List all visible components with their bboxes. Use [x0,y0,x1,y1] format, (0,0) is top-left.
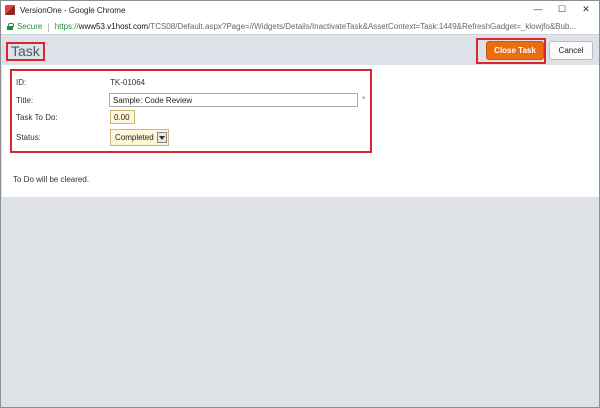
id-value: TK-01064 [110,78,146,87]
address-bar[interactable]: Secure | https:// www53.v1host.com /TCS0… [1,19,599,35]
status-value: Completed [115,133,154,142]
status-select[interactable]: Completed [110,129,169,146]
maximize-icon[interactable]: ☐ [553,3,571,15]
title-bar: VersionOne - Google Chrome — ☐ ✕ [1,1,599,19]
secure-label[interactable]: Secure [17,22,42,31]
task-form: ID: TK-01064 Title: * Task To Do: Status… [10,69,372,153]
url-host[interactable]: www53.v1host.com [79,22,148,31]
page-title: Task [6,42,45,61]
app-logo-icon [5,5,15,15]
close-window-icon[interactable]: ✕ [577,3,595,15]
window-controls: — ☐ ✕ [529,3,595,15]
close-task-button[interactable]: Close Task [486,41,544,60]
chevron-down-icon[interactable] [157,132,167,143]
content-area: ID: TK-01064 Title: * Task To Do: Status… [2,65,599,197]
status-label: Status: [16,133,41,142]
info-note: To Do will be cleared. [13,175,90,184]
todo-label: Task To Do: [16,113,58,122]
minimize-icon[interactable]: — [529,3,547,15]
lock-icon[interactable] [7,23,14,30]
page-header: Task Close Task Cancel [2,37,599,65]
url-scheme[interactable]: https:// [55,22,79,31]
title-input[interactable] [109,93,358,107]
cancel-button[interactable]: Cancel [549,41,593,60]
required-marker: * [362,95,366,104]
window-title: VersionOne - Google Chrome [20,5,126,15]
title-label: Title: [16,96,34,105]
todo-input[interactable] [110,110,135,124]
address-separator: | [47,21,50,32]
browser-window: VersionOne - Google Chrome — ☐ ✕ Secure … [0,0,600,408]
id-label: ID: [16,78,27,87]
url-path[interactable]: /TCS08/Default.aspx?Page=//Widgets/Detai… [148,22,576,31]
